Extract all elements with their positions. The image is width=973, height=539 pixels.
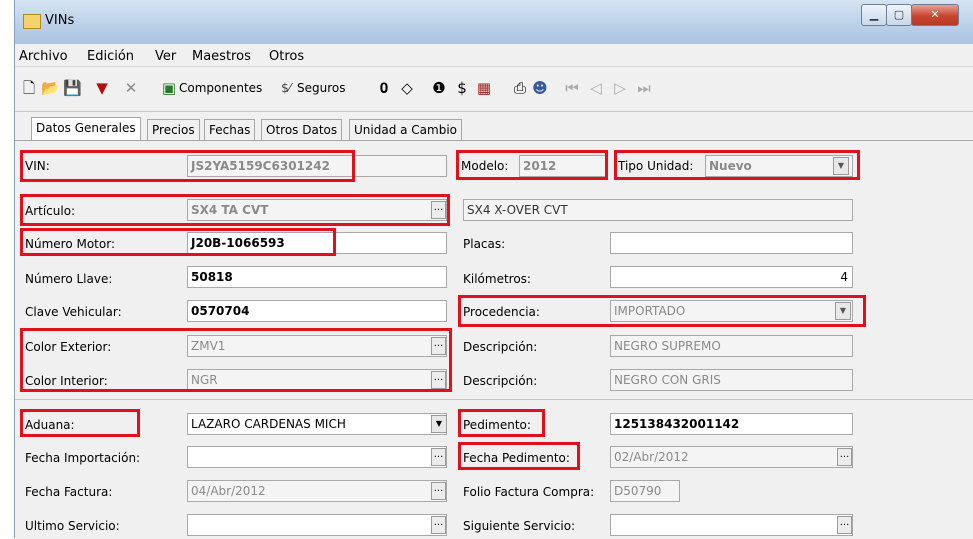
pedimento-label: Pedimento: <box>463 418 531 432</box>
descripcion-interior-field: NEGRO CON GRIS <box>610 369 853 391</box>
color-exterior-lookup-button[interactable]: ... <box>431 337 446 355</box>
open-folder-icon[interactable]: 📂 <box>41 77 60 99</box>
numero-llave-field[interactable]: 50818 <box>187 266 447 288</box>
seguros-icon[interactable]: $⁄ <box>277 77 295 99</box>
filter-icon[interactable]: ▼ <box>95 77 109 99</box>
clave-vehicular-field[interactable]: 0570704 <box>187 300 447 322</box>
fecha-importacion-calendar-button[interactable]: ... <box>431 448 446 466</box>
color-interior-label: Color Interior: <box>25 374 108 388</box>
tab-unidad-a-cambio[interactable]: Unidad a Cambio <box>349 119 463 140</box>
menu-maestros[interactable]: Maestros <box>192 49 251 64</box>
folder-icon <box>23 14 41 29</box>
componentes-button[interactable]: Componentes <box>179 77 262 99</box>
tab-precios[interactable]: Precios <box>147 119 200 140</box>
color-exterior-label: Color Exterior: <box>25 340 112 354</box>
descripcion-exterior-field: NEGRO SUPREMO <box>610 335 853 357</box>
numero-motor-field[interactable]: J20B-1066593 <box>187 232 447 254</box>
articulo-label: Artículo: <box>25 204 76 218</box>
print-icon[interactable]: ⎙ <box>511 77 529 99</box>
tab-fechas[interactable]: Fechas <box>204 119 256 140</box>
datos-generales-panel: VIN: JS2YA5159C6301242 Modelo: 2012 Tipo… <box>15 140 973 539</box>
menu-edicion[interactable]: Edición <box>87 49 134 64</box>
info-icon[interactable]: ❶ <box>431 77 447 99</box>
tipo-unidad-select[interactable]: Nuevo <box>705 155 853 177</box>
last-record-icon[interactable]: ⏭ <box>637 77 651 99</box>
aduana-dropdown-icon[interactable]: ▼ <box>431 415 447 433</box>
new-icon[interactable]: 🗋 <box>21 77 37 99</box>
placas-field[interactable] <box>610 232 853 254</box>
modelo-label: Modelo: <box>461 159 509 173</box>
minimize-button[interactable]: ▁ <box>861 4 887 26</box>
tab-otros-datos[interactable]: Otros Datos <box>261 119 343 140</box>
ultimo-servicio-field[interactable] <box>187 514 447 536</box>
kilometros-field[interactable]: 4 <box>610 266 853 288</box>
articulo-description: SX4 X-OVER CVT <box>463 199 853 221</box>
menu-bar: Archivo Edición Ver Maestros Otros <box>15 44 973 67</box>
numero-motor-label: Número Motor: <box>25 237 115 251</box>
articulo-lookup-button[interactable]: ... <box>431 201 446 219</box>
close-button[interactable]: ✕ <box>911 4 959 26</box>
folio-factura-compra-field[interactable]: D50790 <box>610 480 680 502</box>
fecha-factura-calendar-button[interactable]: ... <box>431 482 446 500</box>
fecha-factura-field[interactable]: 04/Abr/2012 <box>187 480 447 502</box>
tipo-unidad-dropdown-icon[interactable]: ▼ <box>833 157 849 175</box>
calendar-icon[interactable]: ▦ <box>475 77 493 99</box>
delete-icon[interactable]: ✕ <box>123 77 139 99</box>
vin-label: VIN: <box>25 159 50 173</box>
ultimo-servicio-calendar-button[interactable]: ... <box>431 516 446 534</box>
menu-archivo[interactable]: Archivo <box>19 49 68 64</box>
articulo-field[interactable]: SX4 TA CVT <box>187 199 447 221</box>
save-icon[interactable]: 💾 <box>63 77 82 99</box>
menu-otros[interactable]: Otros <box>269 49 304 64</box>
componentes-icon[interactable]: ▣ <box>161 77 177 99</box>
fecha-pedimento-calendar-button[interactable]: ... <box>837 448 852 466</box>
color-interior-lookup-button[interactable]: ... <box>431 371 446 389</box>
placas-label: Placas: <box>463 237 506 251</box>
modelo-field[interactable]: 2012 <box>519 155 607 177</box>
procedencia-label: Procedencia: <box>463 305 540 319</box>
siguiente-servicio-calendar-button[interactable]: ... <box>837 516 852 534</box>
vins-window: VINs ▁ ▢ ✕ Archivo Edición Ver Maestros … <box>14 0 973 539</box>
fecha-pedimento-field[interactable]: 02/Abr/2012 <box>610 446 853 468</box>
kilometros-label: Kilómetros: <box>463 272 531 286</box>
maximize-button[interactable]: ▢ <box>886 4 912 26</box>
aduana-select[interactable]: LAZARO CARDENAS MICH <box>187 413 447 435</box>
tag-icon[interactable]: ◇ <box>399 77 415 99</box>
first-record-icon[interactable]: ⏮ <box>565 77 579 99</box>
color-exterior-field[interactable]: ZMV1 <box>187 335 447 357</box>
descripcion-exterior-label: Descripción: <box>463 340 538 354</box>
title-bar: VINs ▁ ▢ ✕ <box>15 0 973 44</box>
window-title: VINs <box>45 13 75 28</box>
fecha-pedimento-label: Fecha Pedimento: <box>463 451 570 465</box>
next-record-icon[interactable]: ▷ <box>613 77 627 99</box>
fecha-factura-label: Fecha Factura: <box>25 485 113 499</box>
siguiente-servicio-label: Siguiente Servicio: <box>463 519 576 533</box>
users-icon[interactable]: ☻ <box>531 77 549 99</box>
numero-llave-label: Número Llave: <box>25 272 113 286</box>
folio-factura-compra-label: Folio Factura Compra: <box>463 485 595 499</box>
tipo-unidad-label: Tipo Unidad: <box>618 159 694 173</box>
section-divider <box>15 399 973 400</box>
procedencia-dropdown-icon[interactable]: ▼ <box>835 302 851 320</box>
siguiente-servicio-field[interactable] <box>610 514 853 536</box>
descripcion-interior-label: Descripción: <box>463 374 538 388</box>
previous-record-icon[interactable]: ◁ <box>589 77 603 99</box>
ultimo-servicio-label: Ultimo Servicio: <box>25 519 120 533</box>
seguros-button[interactable]: Seguros <box>297 77 346 99</box>
toolbar: 🗋 📂 💾 ▼ ✕ ▣ Componentes $⁄ Seguros 𝟎 ◇ ❶… <box>15 67 973 112</box>
vin-field[interactable]: JS2YA5159C6301242 <box>187 155 447 177</box>
procedencia-select[interactable]: IMPORTADO <box>610 300 853 322</box>
fecha-importacion-label: Fecha Importación: <box>25 451 141 465</box>
menu-ver[interactable]: Ver <box>155 49 176 64</box>
color-interior-field[interactable]: NGR <box>187 369 447 391</box>
clave-vehicular-label: Clave Vehicular: <box>25 305 122 319</box>
attach-icon[interactable]: 𝟎 <box>377 77 391 99</box>
pedimento-field[interactable]: 125138432001142 <box>610 413 853 435</box>
tab-datos-generales[interactable]: Datos Generales <box>31 117 141 141</box>
dollar-icon[interactable]: $ <box>455 77 469 99</box>
aduana-label: Aduana: <box>25 418 75 432</box>
fecha-importacion-field[interactable] <box>187 446 447 468</box>
tab-strip: Datos Generales Precios Fechas Otros Dat… <box>15 112 973 141</box>
